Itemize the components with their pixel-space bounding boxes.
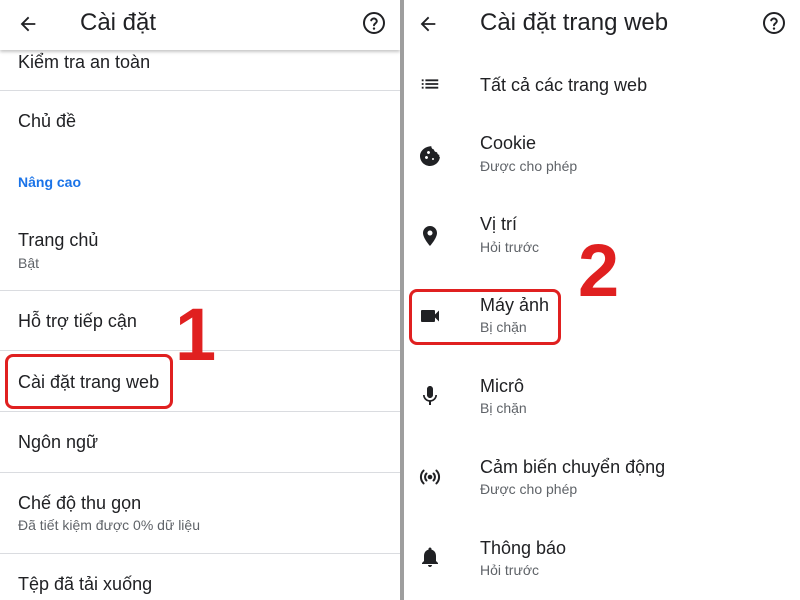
- step-number-1: 1: [175, 293, 217, 376]
- location-pin-icon: [418, 224, 442, 248]
- page-title: Cài đặt: [80, 9, 157, 36]
- camera-status: Bị chặn: [480, 319, 527, 335]
- list-item-all-sites[interactable]: Tất cả các trang web: [404, 55, 800, 115]
- lite-mode-label: Chế độ thu gọn: [18, 493, 142, 513]
- help-button[interactable]: [762, 11, 786, 35]
- safety-check-label: Kiểm tra an toàn: [18, 52, 151, 72]
- language-label: Ngôn ngữ: [18, 432, 99, 452]
- back-arrow-icon: [420, 16, 436, 32]
- motion-sensors-status: Được cho phép: [480, 481, 578, 497]
- list-item-language[interactable]: Ngôn ngữ: [0, 412, 400, 472]
- back-arrow-icon: [20, 16, 36, 32]
- cookie-label: Cookie: [480, 133, 537, 153]
- help-icon: [363, 12, 385, 34]
- notifications-label: Thông báo: [480, 538, 567, 558]
- back-button[interactable]: [414, 10, 442, 38]
- notifications-status: Hỏi trước: [480, 562, 540, 578]
- list-item-motion-sensors[interactable]: Cảm biến chuyển động Được cho phép: [404, 447, 800, 507]
- homepage-status: Bật: [18, 255, 40, 271]
- motion-sensors-label: Cảm biến chuyển động: [480, 457, 666, 477]
- downloads-label: Tệp đã tải xuống: [18, 574, 153, 594]
- theme-label: Chủ đề: [18, 111, 77, 131]
- site-settings-label: Cài đặt trang web: [18, 372, 160, 392]
- help-icon: [763, 12, 785, 34]
- help-button[interactable]: [362, 11, 386, 35]
- camera-label: Máy ảnh: [480, 295, 550, 315]
- advanced-section-header: Nâng cao: [18, 174, 82, 190]
- page-title: Cài đặt trang web: [480, 9, 669, 36]
- camera-icon: [418, 304, 442, 328]
- all-sites-label: Tất cả các trang web: [480, 75, 648, 95]
- list-item-downloads[interactable]: Tệp đã tải xuống: [0, 554, 400, 600]
- homepage-label: Trang chủ: [18, 230, 99, 250]
- microphone-icon: [418, 384, 442, 408]
- list-item-safety-check[interactable]: Kiểm tra an toàn: [0, 50, 400, 90]
- lite-mode-status: Đã tiết kiệm được 0% dữ liệu: [18, 517, 200, 533]
- bell-icon: [418, 545, 442, 569]
- list-item-notifications[interactable]: Thông báo Hỏi trước: [404, 528, 800, 588]
- back-button[interactable]: [14, 10, 42, 38]
- step-number-2: 2: [578, 229, 620, 312]
- list-item-lite-mode[interactable]: Chế độ thu gọn Đã tiết kiệm được 0% dữ l…: [0, 473, 400, 553]
- accessibility-label: Hỗ trợ tiếp cận: [18, 311, 137, 331]
- list-item-microphone[interactable]: Micrô Bị chặn: [404, 366, 800, 426]
- location-label: Vị trí: [480, 214, 518, 234]
- location-status: Hỏi trước: [480, 239, 540, 255]
- microphone-label: Micrô: [480, 376, 524, 396]
- app-bar: Cài đặt: [0, 0, 400, 50]
- motion-sensor-icon: [418, 465, 442, 489]
- list-icon: [418, 72, 442, 96]
- list-item-cookie[interactable]: Cookie Được cho phép: [404, 124, 800, 184]
- cookie-status: Được cho phép: [480, 158, 578, 174]
- app-bar: Cài đặt trang web: [404, 0, 800, 50]
- list-item-theme[interactable]: Chủ đề: [0, 91, 400, 151]
- cookie-icon: [418, 144, 442, 168]
- microphone-status: Bị chặn: [480, 400, 527, 416]
- list-item-homepage[interactable]: Trang chủ Bật: [0, 215, 400, 290]
